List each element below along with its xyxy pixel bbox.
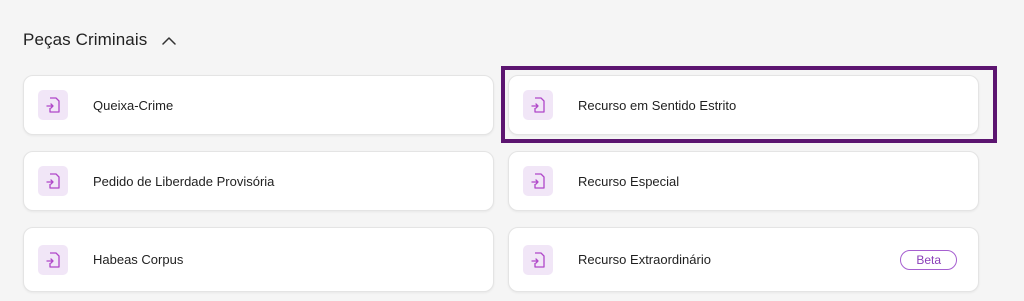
card-habeas-corpus[interactable]: Habeas Corpus	[23, 227, 494, 292]
card-label: Recurso Extraordinário	[578, 252, 711, 267]
card-queixa-crime[interactable]: Queixa-Crime	[23, 75, 494, 135]
document-import-icon	[523, 244, 553, 275]
card-label: Recurso Especial	[578, 173, 680, 189]
card-recurso-especial[interactable]: Recurso Especial	[508, 151, 979, 211]
section-header: Peças Criminais	[23, 28, 177, 52]
document-import-icon	[38, 166, 68, 196]
card-label: Recurso em Sentido Estrito	[578, 97, 737, 113]
chevron-up-icon[interactable]	[161, 32, 177, 48]
section-title: Peças Criminais	[23, 30, 148, 49]
card-pedido-liberdade-provisoria[interactable]: Pedido de Liberdade Provisória	[23, 151, 494, 211]
document-import-icon	[523, 90, 553, 120]
card-label: Habeas Corpus	[93, 252, 184, 267]
document-import-icon	[38, 90, 68, 120]
beta-badge: Beta	[900, 249, 957, 270]
card-recurso-extraordinario[interactable]: Recurso Extraordinário Beta	[508, 227, 979, 292]
document-import-icon	[38, 244, 68, 275]
card-label: Queixa-Crime	[93, 97, 174, 113]
card-recurso-sentido-estrito[interactable]: Recurso em Sentido Estrito	[508, 75, 979, 135]
card-label: Pedido de Liberdade Provisória	[93, 173, 275, 189]
document-import-icon	[523, 166, 553, 196]
